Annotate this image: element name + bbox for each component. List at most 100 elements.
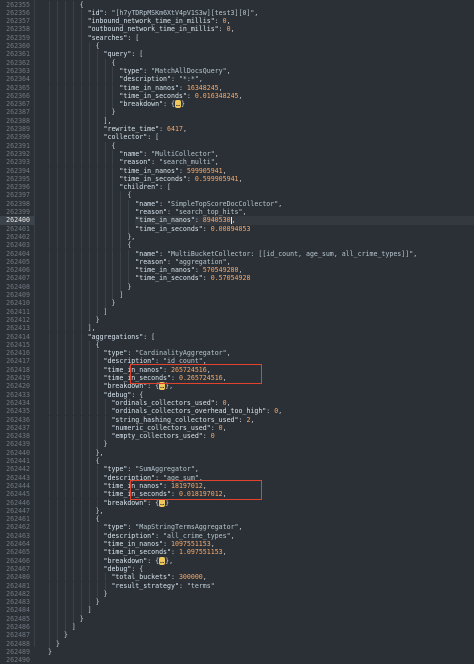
indent-guide (56, 241, 58, 250)
code-line[interactable]: "empty_collectors_used": 0 (111, 432, 214, 440)
indent-guide (72, 357, 74, 366)
code-line[interactable]: "name": "SimpleTopScoreDocCollector", (135, 200, 282, 208)
code-line[interactable]: "outbound_network_time_in_millis": 0, (88, 25, 235, 33)
line-number: 262391 (6, 141, 30, 150)
code-line[interactable]: "time_in_nanos": 599905941, (119, 167, 226, 175)
code-line[interactable]: "time_in_seconds": 0.265724516, (104, 374, 227, 382)
code-line[interactable]: "total_buckets": 300000, (111, 573, 206, 581)
code-line[interactable]: "reason": "aggregation", (135, 258, 230, 266)
code-line[interactable]: "description": "id_count", (104, 357, 207, 365)
code-line[interactable]: } (104, 440, 108, 448)
json-punctuation: } (111, 299, 116, 308)
code-line[interactable]: "type": "CardinalityAggregator", (104, 349, 231, 357)
indent-guide (64, 141, 66, 150)
code-line[interactable]: ] (88, 606, 92, 614)
code-line[interactable]: "numeric_collectors_used": 0, (111, 424, 226, 432)
code-line[interactable]: } (48, 648, 52, 656)
code-line[interactable]: ] (72, 623, 76, 631)
code-line[interactable]: }, (96, 507, 104, 515)
code-line[interactable]: { (111, 59, 115, 67)
code-line[interactable]: { (96, 515, 100, 523)
indent-guide (96, 365, 98, 374)
code-line[interactable]: "result_strategy": "terms" (111, 582, 214, 590)
code-line[interactable]: ], (88, 324, 96, 332)
code-line[interactable]: "time_in_seconds": 0.599905941, (119, 175, 242, 183)
code-line[interactable]: ] (119, 291, 123, 299)
code-line[interactable]: "children": [ (119, 183, 171, 191)
code-line[interactable]: } (111, 108, 115, 116)
indent-guide (80, 490, 82, 499)
indent-guide (112, 216, 114, 225)
code-line[interactable]: "name": "MultiCollector", (119, 150, 218, 158)
code-line[interactable]: "type": "MatchAllDocsQuery", (119, 67, 230, 75)
code-line[interactable]: "description": "all_crime_types", (104, 532, 235, 540)
json-key: "time_in_seconds" (103, 490, 172, 499)
code-line[interactable]: "reason": "search_top_hits", (135, 208, 246, 216)
code-line[interactable]: "aggregations": [ (88, 333, 156, 341)
indent-guide (80, 382, 82, 391)
code-line[interactable]: "breakdown": {…}, (104, 382, 173, 391)
code-line[interactable]: ], (104, 117, 112, 125)
code-line[interactable]: "reason": "search_multi", (119, 158, 218, 166)
code-line[interactable]: { (80, 1, 84, 9)
code-line[interactable]: } (104, 590, 108, 598)
code-line[interactable]: } (64, 631, 68, 639)
code-line[interactable]: "time_in_nanos": 16348245, (119, 84, 222, 92)
line-number: 262399 (6, 208, 30, 216)
code-line[interactable]: "time_in_nanos": 18197012, (104, 482, 207, 490)
code-line[interactable]: "type": "MapStringTermsAggregator", (104, 523, 243, 531)
code-line[interactable]: }, (96, 449, 104, 457)
code-line[interactable]: { (127, 191, 131, 199)
code-editor[interactable]: 262355 262356 262357 262358 262359 262360 2623… (0, 0, 474, 664)
code-line[interactable]: "ordinals_collectors_used": 0, (111, 399, 230, 407)
code-line[interactable]: "ordinals_collectors_overhead_too_high":… (111, 407, 282, 415)
code-line[interactable]: "description": "age_sum", (104, 474, 203, 482)
code-line[interactable]: "time_in_nanos": 265724516, (104, 366, 211, 374)
code-line[interactable]: "time_in_nanos": 8940530, (135, 216, 474, 225)
code-line[interactable]: "debug": { (104, 565, 144, 573)
code-line[interactable]: { (96, 341, 100, 349)
code-line[interactable]: "debug": { (104, 391, 144, 399)
code-line[interactable]: "rewrite_time": 6417, (104, 125, 187, 133)
code-line[interactable]: "time_in_seconds": 0.00894053 (135, 225, 250, 233)
code-line[interactable]: } (80, 615, 84, 623)
code-line[interactable]: "query": [ (104, 50, 144, 58)
code-line[interactable]: ] (104, 308, 108, 316)
indent-guide (48, 440, 50, 449)
indent-guide (48, 108, 50, 117)
code-line[interactable]: "type": "SumAggregator", (104, 465, 199, 473)
code-line[interactable]: { (111, 142, 115, 150)
json-punctuation: { (95, 340, 100, 349)
indent-guide (64, 423, 66, 433)
code-line[interactable]: }, (127, 233, 135, 241)
code-line[interactable]: } (127, 283, 131, 291)
code-line[interactable]: "time_in_seconds": 0.016348245, (119, 92, 242, 100)
code-line[interactable]: "breakdown": {…}, (104, 556, 173, 565)
code-line[interactable]: "breakdown": {…} (119, 100, 185, 109)
code-line[interactable]: { (96, 42, 100, 50)
code-line[interactable]: } (96, 598, 100, 606)
code-line[interactable]: "time_in_nanos": 570549280, (135, 266, 242, 274)
code-line[interactable]: "time_in_seconds": 0.018197012, (104, 490, 227, 498)
indent-guide (80, 91, 82, 101)
code-line[interactable]: "breakdown": {…} (104, 498, 169, 507)
code-line[interactable]: "time_in_nanos": 1097551153, (104, 540, 215, 548)
code-line[interactable]: } (111, 299, 115, 307)
code-line[interactable]: "time_in_seconds": 0.57054928 (135, 274, 250, 282)
indent-guide (112, 166, 114, 175)
code-line[interactable]: "description": "*:*", (119, 75, 202, 83)
indent-guide (56, 540, 58, 549)
code-line[interactable]: { (127, 241, 131, 249)
code-line[interactable]: "string_hashing_collectors_used": 2, (111, 416, 254, 424)
code-line[interactable]: "time_in_seconds": 1.097551153, (104, 548, 227, 556)
code-line[interactable]: "inbound_network_time_in_millis": 0, (88, 17, 231, 25)
indent-guide (72, 216, 74, 225)
code-line[interactable]: { (96, 457, 100, 465)
code-line[interactable]: "name": "MultiBucketCollector: [[id_coun… (135, 250, 417, 258)
code-line[interactable]: "collector": [ (104, 133, 160, 141)
code-line[interactable]: "searches": [ (88, 34, 140, 42)
indent-guide (72, 481, 74, 491)
code-line[interactable]: } (96, 316, 100, 324)
indent-guide (96, 183, 98, 192)
code-line[interactable]: "id": "[h7yTDRpMSKm6XtV4pV1S3w][test3][0… (88, 9, 259, 17)
